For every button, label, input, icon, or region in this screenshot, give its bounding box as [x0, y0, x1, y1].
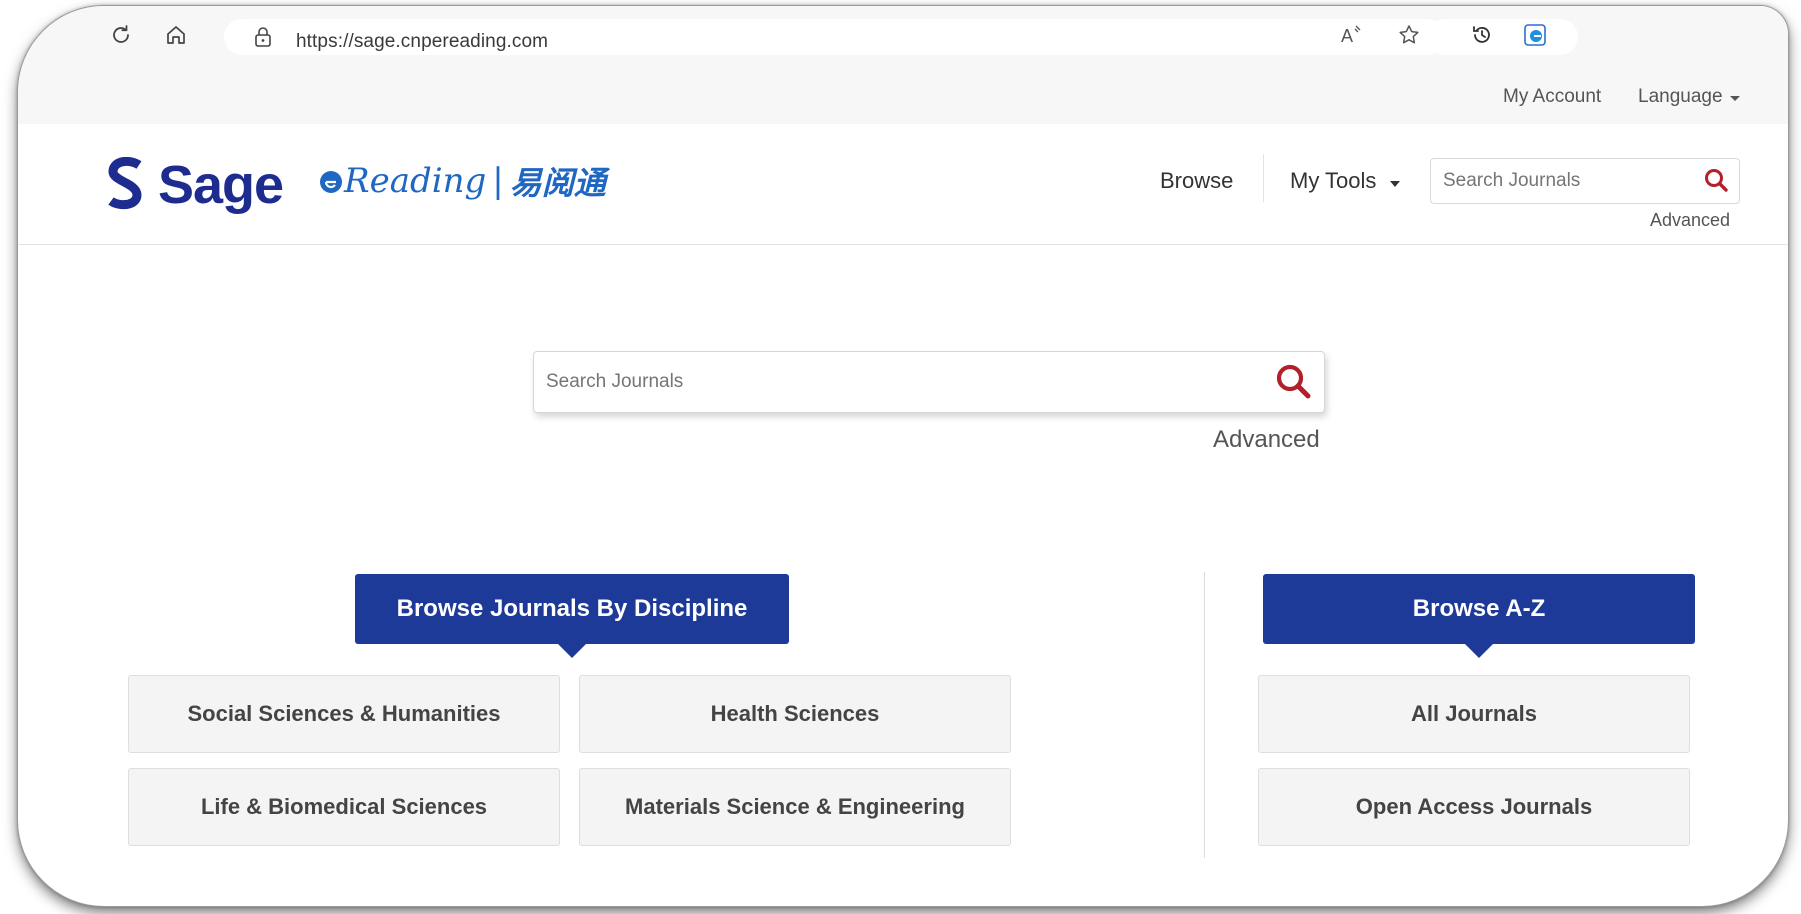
caret-down-icon	[1729, 96, 1740, 101]
all-journals-button[interactable]: All Journals	[1258, 675, 1690, 753]
site-header: Sage Reading | 易阅通 Browse My Tools Advan…	[18, 124, 1788, 245]
header-search	[1430, 158, 1740, 204]
ereading-e-icon	[320, 171, 342, 193]
search-icon[interactable]	[1703, 167, 1729, 198]
discipline-social-sciences[interactable]: Social Sciences & Humanities	[128, 675, 560, 753]
history-icon[interactable]	[1465, 18, 1499, 52]
sage-logo[interactable]: Sage	[106, 154, 284, 216]
discipline-life-biomedical[interactable]: Life & Biomedical Sciences	[128, 768, 560, 846]
nav-divider	[1263, 154, 1264, 202]
language-label: Language	[1638, 86, 1723, 107]
discipline-health-sciences[interactable]: Health Sciences	[579, 675, 1011, 753]
header-advanced-link[interactable]: Advanced	[1650, 210, 1730, 231]
sage-s-icon	[108, 157, 142, 210]
favorite-star-icon[interactable]	[1392, 18, 1426, 52]
ereading-logo-cn: 易阅通	[509, 164, 606, 202]
caret-down-icon	[1389, 181, 1400, 187]
heading-pointer	[1465, 644, 1493, 658]
browser-toolbar: https://sage.cnpereading.com A	[18, 6, 1788, 68]
browse-discipline-heading[interactable]: Browse Journals By Discipline	[355, 574, 789, 658]
discipline-materials-engineering[interactable]: Materials Science & Engineering	[579, 768, 1011, 846]
header-search-input[interactable]	[1441, 159, 1685, 203]
lock-icon[interactable]	[246, 20, 280, 54]
svg-text:A: A	[1341, 26, 1353, 46]
browse-discipline-heading-text: Browse Journals By Discipline	[396, 595, 748, 622]
main-search-input[interactable]	[544, 352, 1248, 412]
reload-icon[interactable]	[104, 18, 138, 52]
app-window: https://sage.cnpereading.com A My Accoun…	[18, 6, 1788, 906]
nav-browse[interactable]: Browse	[1160, 168, 1233, 194]
home-icon[interactable]	[159, 18, 193, 52]
nav-my-tools-label: My Tools	[1290, 168, 1377, 193]
main-advanced-link[interactable]: Advanced	[1213, 426, 1320, 454]
browse-az-heading[interactable]: Browse A-Z	[1263, 574, 1695, 658]
language-menu[interactable]: Language	[1638, 86, 1740, 108]
browse-az-heading-text: Browse A-Z	[1412, 595, 1546, 622]
address-bar-actions	[1428, 19, 1578, 55]
ereading-logo[interactable]: Reading | 易阅通	[318, 158, 606, 204]
my-account-link[interactable]: My Account	[1503, 86, 1601, 108]
edge-icon[interactable]	[1518, 18, 1552, 52]
read-aloud-icon[interactable]: A	[1336, 18, 1370, 52]
url-text[interactable]: https://sage.cnpereading.com	[296, 31, 548, 53]
heading-pointer	[558, 644, 586, 658]
ereading-logo-latin: Reading	[344, 161, 487, 201]
search-icon[interactable]	[1274, 362, 1314, 407]
nav-my-tools[interactable]: My Tools	[1290, 168, 1401, 194]
main-search	[533, 351, 1325, 413]
section-divider	[1204, 572, 1205, 858]
open-access-journals-button[interactable]: Open Access Journals	[1258, 768, 1690, 846]
sage-logo-text: Sage	[158, 155, 284, 215]
logo-separator: |	[492, 161, 504, 201]
utility-bar: My Account Language	[18, 68, 1788, 124]
